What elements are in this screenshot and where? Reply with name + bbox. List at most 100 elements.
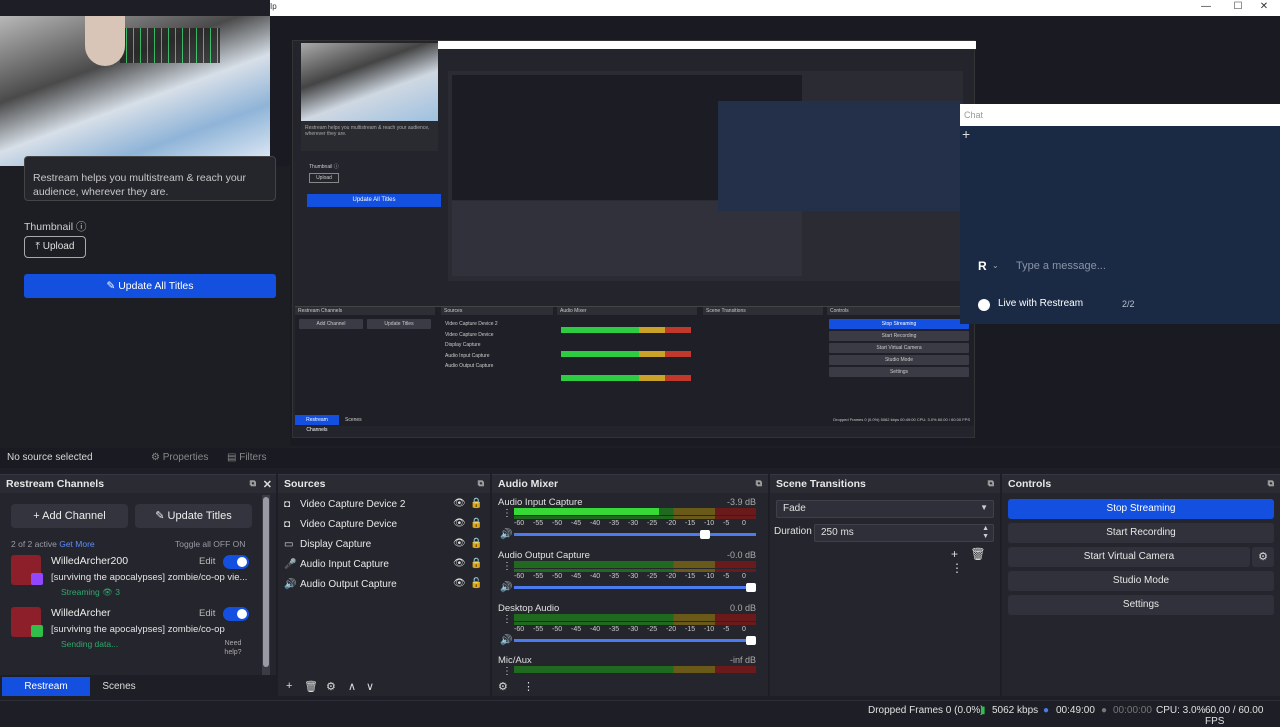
nested-button: Settings [829,367,969,377]
lock-icon[interactable]: 🔒 [470,518,482,529]
trash-icon[interactable]: 🗑 [304,680,318,693]
update-all-titles-button[interactable]: ✎ Update All Titles [24,274,276,298]
gear-icon[interactable]: ⚙ [1252,547,1274,567]
nested-dock-title: Scene Transitions [703,307,823,315]
source-item[interactable]: 🔊 Audio Output Capture 👁 🔓 [282,576,482,594]
channel-toggle[interactable] [223,555,249,569]
speaker-icon[interactable]: 🔊 [500,529,512,540]
tab-scenes[interactable]: Scenes [96,677,142,696]
unlock-icon[interactable]: 🔓 [470,578,482,589]
lock-icon[interactable]: 🔒 [470,538,482,549]
close-button[interactable]: ✕ [1248,0,1280,14]
eye-icon[interactable]: 👁 [453,538,466,549]
speaker-icon[interactable]: 🔊 [500,582,512,593]
controls-dock: Controls ⧉ Stop Streaming Start Recordin… [1002,474,1280,696]
volume-slider-knob[interactable] [746,583,756,592]
nested-meter [561,351,691,357]
channel-toggle[interactable] [223,607,249,621]
edit-button[interactable]: Edit [199,556,215,567]
chevron-down-icon[interactable]: ∨ [366,680,374,693]
float-icon[interactable]: ⧉ [988,478,994,489]
stop-streaming-button[interactable]: Stop Streaming [1008,499,1274,519]
filters-button[interactable]: ▤ Filters [227,452,266,463]
menu-dots-icon[interactable]: ⋮ [502,614,512,625]
menu-dots-icon[interactable]: ⋮ [502,666,512,677]
float-icon[interactable]: ⧉ [478,478,484,489]
close-icon[interactable]: ✕ [263,478,272,491]
add-channel-button[interactable]: + Add Channel [11,504,128,528]
volume-slider[interactable] [514,636,756,645]
minimize-button[interactable]: — [1190,0,1222,14]
chevron-up-icon[interactable]: ∧ [348,680,356,693]
need-help-button[interactable]: Need help? [222,639,244,657]
lock-icon[interactable]: 🔒 [470,498,482,509]
float-icon[interactable]: ⧉ [250,478,256,489]
settings-button[interactable]: Settings [1008,595,1274,615]
add-icon[interactable]: + [951,547,958,561]
eye-icon[interactable]: 👁 [453,498,466,509]
source-item[interactable]: 🎤 Audio Input Capture 👁 🔒 [282,556,482,574]
update-titles-button[interactable]: ✎ Update Titles [135,504,252,528]
duration-field[interactable]: 250 ms ▲ ▼ [814,524,994,542]
tab-restream-channels[interactable]: Restream Channels [2,677,90,711]
channel-name: WilledArcher200 [51,555,129,567]
nested-thumbnail-label: Thumbnail ⓘ [309,164,339,170]
lock-icon[interactable]: 🔒 [470,558,482,569]
start-virtual-camera-button[interactable]: Start Virtual Camera [1008,547,1250,567]
eye-icon[interactable]: 👁 [453,558,466,569]
scrollbar-thumb[interactable] [263,497,269,667]
start-recording-button[interactable]: Start Recording [1008,523,1274,543]
float-icon[interactable]: ⧉ [756,478,762,489]
spinner-icon[interactable]: ▲ ▼ [982,525,989,541]
scale-tick: 0 [742,573,746,580]
scale-tick: -5 [723,626,730,633]
menu-dots-icon[interactable]: ⋮ [951,561,963,575]
chevron-down-icon[interactable]: ⌄ [992,261,999,270]
menu-dots-icon[interactable]: ⋮ [523,681,534,693]
get-more-link[interactable]: Get More [59,539,94,549]
upload-button[interactable]: ⤒ Upload [24,236,86,258]
mixer-toolbar: ⚙ ⋮ [498,680,534,693]
transition-select[interactable]: Fade ▼ [776,500,994,518]
scrollbar[interactable] [262,495,270,675]
source-item[interactable]: ◘ Video Capture Device 2 👁 🔒 [282,496,482,514]
speaker-icon[interactable]: 🔊 [500,635,512,646]
channel-status: Sending data... [61,639,119,649]
source-item[interactable]: ▭ Display Capture 👁 🔒 [282,536,482,554]
eye-icon[interactable]: 👁 [453,578,466,589]
preview-canvas[interactable]: Restream helps you multistream & reach y… [0,16,1280,456]
plus-icon: + [962,126,971,142]
record-icon: ● [1101,705,1108,716]
scale-tick: -60 [514,626,525,633]
description-field[interactable]: Restream helps you multistream & reach y… [24,156,276,201]
settings-icon[interactable]: ⚙ [498,681,508,693]
studio-mode-button[interactable]: Studio Mode [1008,571,1274,591]
menu-dots-icon[interactable]: ⋮ [502,561,512,572]
gear-icon[interactable]: ⚙ [326,680,336,693]
volume-slider[interactable] [514,583,756,592]
properties-button[interactable]: ⚙ Properties [151,452,208,463]
nested-source: Display Capture [445,342,481,348]
webcam-feed [0,16,270,166]
add-icon[interactable]: + [286,680,292,692]
scale-tick: -50 [552,626,563,633]
eye-icon[interactable]: 👁 [453,518,466,529]
scale-tick: -25 [647,573,658,580]
volume-slider-knob[interactable] [699,530,710,539]
float-icon[interactable]: ⧉ [1268,478,1274,489]
volume-slider[interactable] [514,530,756,539]
nested-source: Video Capture Device 2 [445,321,498,327]
meter-scale: -60 -55 -50 -45 -40 -35 -30 -25 -20 -15 -10 -5 0 [514,573,756,581]
source-item[interactable]: ◘ Video Capture Device 👁 🔒 [282,516,482,534]
volume-slider-knob[interactable] [746,636,756,645]
menu-dots-icon[interactable]: ⋮ [502,508,512,519]
scene-transitions-dock: Scene Transitions ⧉ Fade ▼ Duration 250 … [770,474,1000,696]
edit-button[interactable]: Edit [199,608,215,619]
restream-channels-dock: Restream Channels ⧉ ✕ + Add Channel ✎ Up… [0,474,276,696]
trash-icon[interactable]: 🗑 [970,547,985,561]
scale-tick: -30 [628,573,639,580]
volume-meter-secondary [514,622,756,625]
toggle-all[interactable]: Toggle all OFF ON [175,539,245,549]
chat-input[interactable]: R ⌄ Type a message... [978,259,1268,275]
audio-mixer-dock: Audio Mixer ⧉ Audio Input Capture -3.9 dB… [492,474,768,696]
